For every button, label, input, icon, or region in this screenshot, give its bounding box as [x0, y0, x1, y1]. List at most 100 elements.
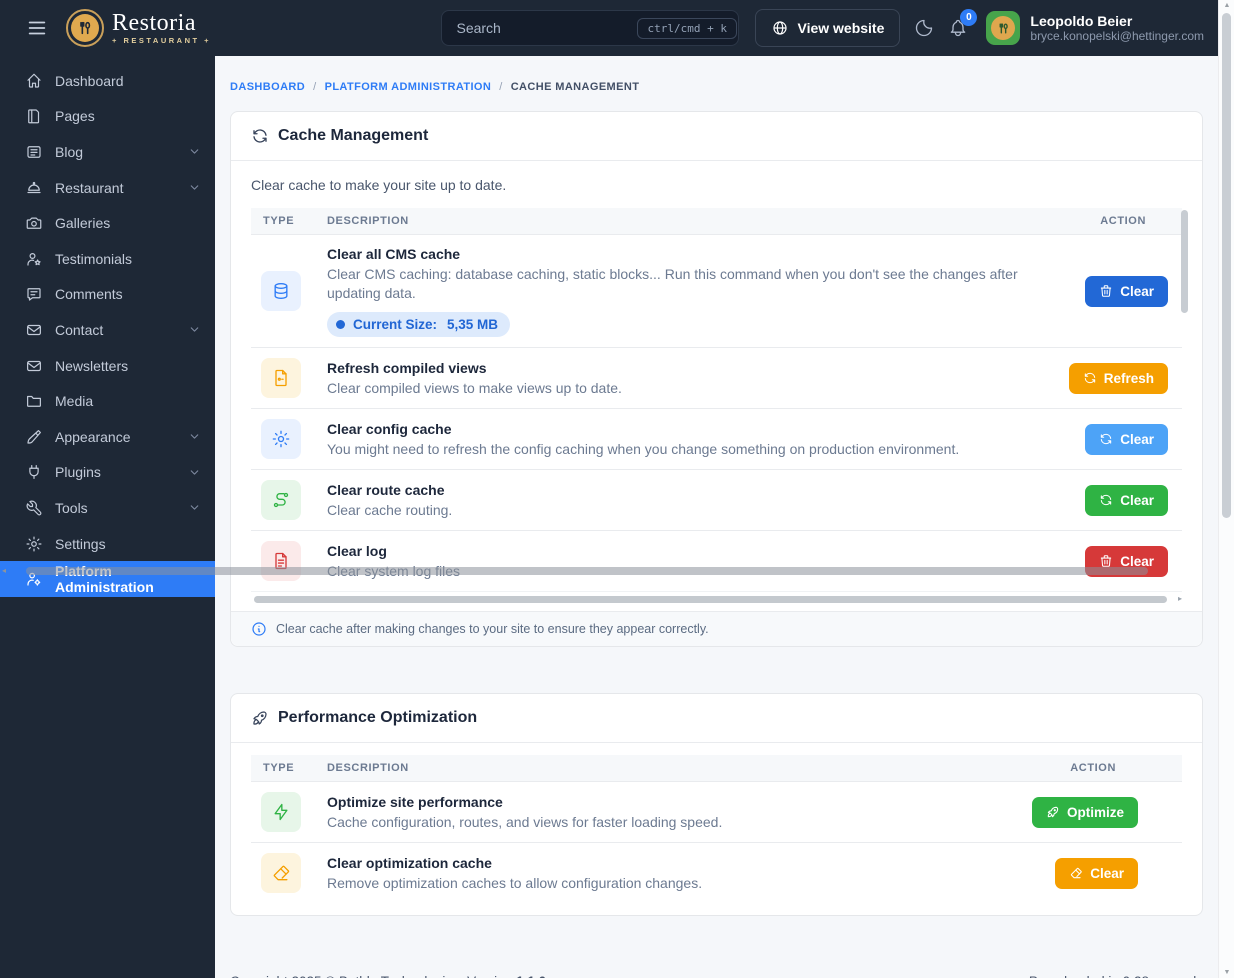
sidebar-item-newsletters[interactable]: Newsletters: [0, 348, 215, 384]
clear-cms-cache-button[interactable]: Clear: [1085, 275, 1168, 307]
sidebar-item-dashboard[interactable]: Dashboard: [0, 63, 215, 99]
rocket-icon: [251, 709, 269, 727]
current-size-badge: Current Size: 5,35 MB: [327, 312, 511, 337]
home-icon: [25, 72, 43, 90]
topbar: Restoria + RESTAURANT + ctrl/cmd + k Vie…: [0, 0, 1218, 56]
user-menu[interactable]: Leopoldo Beier bryce.konopelski@hettinge…: [986, 11, 1204, 45]
search-input[interactable]: [456, 20, 638, 36]
refresh-icon: [1101, 494, 1112, 506]
cache-card-note: Clear cache after making changes to your…: [231, 611, 1202, 646]
scrollbar-arrow-up[interactable]: ▲: [1219, 2, 1234, 9]
clear-route-cache-button[interactable]: Clear: [1085, 484, 1168, 516]
table-horizontal-scrollbar[interactable]: ▸: [251, 594, 1182, 605]
column-header-action: ACTION: [1058, 208, 1182, 235]
notifications-button[interactable]: 0: [948, 9, 978, 38]
sidebar-item-settings[interactable]: Settings: [0, 526, 215, 562]
row-title: Clear optimization cache: [327, 854, 492, 871]
global-search[interactable]: ctrl/cmd + k: [441, 10, 740, 46]
rocket-icon: [1047, 806, 1059, 818]
logo-title: Restoria: [112, 9, 196, 36]
chevron-down-icon: [188, 430, 201, 443]
cache-row-refresh-compiled-views: Refresh compiled views Clear compiled vi…: [251, 347, 1182, 409]
column-header-description: DESCRIPTION: [317, 208, 1059, 235]
sidebar-item-comments[interactable]: Comments: [0, 277, 215, 313]
refresh-icon: [1084, 372, 1095, 384]
mail-icon: [25, 357, 43, 375]
cache-card-header: Cache Management: [231, 112, 1202, 161]
sidebar-item-tools[interactable]: Tools: [0, 490, 215, 526]
sidebar-item-plugins[interactable]: Plugins: [0, 455, 215, 491]
row-description: Remove optimization caches to allow conf…: [327, 874, 703, 891]
sidebar-item-blog[interactable]: Blog: [0, 134, 215, 170]
article-icon: [25, 143, 43, 161]
file-icon: [25, 107, 43, 125]
sidebar-item-galleries[interactable]: Galleries: [0, 205, 215, 241]
file-views-icon: [261, 358, 301, 398]
card-title: Cache Management: [278, 127, 429, 144]
globe-icon: [773, 21, 788, 35]
breadcrumb-platform-administration[interactable]: PLATFORM ADMINISTRATION: [325, 81, 492, 93]
eraser-icon: [261, 853, 301, 893]
view-website-button[interactable]: View website: [755, 9, 901, 47]
search-shortcut-hint: ctrl/cmd + k: [637, 17, 737, 39]
table-vertical-scrollbar[interactable]: [1181, 210, 1188, 313]
cache-row-clear-config-cache: Clear config cache You might need to ref…: [251, 408, 1182, 470]
copyright-text: Copyright 2025 © Botble Technologies. Ve…: [230, 974, 546, 978]
mail-icon: [25, 321, 43, 339]
perf-card-header: Performance Optimization: [231, 694, 1202, 743]
gear-icon: [25, 535, 43, 553]
sidebar: Dashboard Pages Blog Restaurant Gallerie…: [0, 56, 215, 978]
sidebar-item-media[interactable]: Media: [0, 383, 215, 419]
cache-table: TYPE DESCRIPTION ACTION Clear all CMS ca…: [251, 208, 1182, 592]
row-title: Optimize site performance: [327, 793, 503, 810]
column-header-description: DESCRIPTION: [317, 755, 942, 782]
refresh-icon: [1101, 433, 1112, 445]
eraser-icon: [1071, 867, 1082, 879]
message-icon: [25, 285, 43, 303]
page-load-time: Page loaded in 0.28 seconds: [1029, 974, 1203, 978]
badge-dot-icon: [336, 320, 345, 329]
avatar: [986, 11, 1021, 45]
optimize-button[interactable]: Optimize: [1031, 796, 1138, 828]
app-logo[interactable]: Restoria + RESTAURANT +: [66, 9, 211, 47]
menu-toggle-button[interactable]: [16, 11, 58, 45]
clear-config-cache-button[interactable]: Clear: [1085, 423, 1168, 455]
scrollbar-arrow-right[interactable]: ▸: [1178, 594, 1182, 603]
bolt-icon: [261, 792, 301, 832]
notification-count-badge: 0: [960, 9, 978, 26]
page-horizontal-scrollbar[interactable]: ◂: [0, 565, 1180, 576]
breadcrumb-dashboard[interactable]: DASHBOARD: [230, 81, 305, 93]
user-email: bryce.konopelski@hettinger.com: [1030, 28, 1204, 43]
sidebar-item-appearance[interactable]: Appearance: [0, 419, 215, 455]
sidebar-item-restaurant[interactable]: Restaurant: [0, 170, 215, 206]
row-description: Clear CMS caching: database caching, sta…: [327, 266, 1018, 301]
sidebar-item-contact[interactable]: Contact: [0, 312, 215, 348]
sidebar-item-pages[interactable]: Pages: [0, 99, 215, 135]
scrollbar-arrow-left[interactable]: ◂: [2, 566, 6, 575]
cloche-icon: [25, 179, 43, 197]
restaurant-logo-icon: [66, 9, 104, 47]
trash-icon: [1101, 285, 1112, 297]
plug-icon: [25, 463, 43, 481]
note-text: Clear cache after making changes to your…: [276, 622, 709, 636]
refresh-compiled-views-button[interactable]: Refresh: [1068, 362, 1168, 394]
chevron-down-icon: [188, 145, 201, 158]
page-vertical-scrollbar[interactable]: ▲ ▼: [1218, 0, 1234, 978]
sidebar-item-testimonials[interactable]: Testimonials: [0, 241, 215, 277]
row-title: Clear config cache: [327, 420, 452, 437]
scrollbar-arrow-down[interactable]: ▼: [1219, 969, 1234, 976]
column-header-action: ACTION: [941, 755, 1182, 782]
scrollbar-thumb[interactable]: [1222, 13, 1231, 518]
scrollbar-thumb[interactable]: [26, 567, 1148, 575]
clear-optimization-cache-button[interactable]: Clear: [1055, 857, 1138, 889]
hamburger-icon: [28, 21, 46, 35]
row-title: Clear log: [327, 542, 387, 559]
row-title: Refresh compiled views: [327, 359, 487, 376]
theme-toggle-button[interactable]: [914, 18, 934, 38]
cache-row-clear-all-cms-cache: Clear all CMS cache Clear CMS caching: d…: [251, 234, 1182, 348]
page-footer: Copyright 2025 © Botble Technologies. Ve…: [230, 974, 1203, 978]
user-star-icon: [25, 250, 43, 268]
row-description: Clear cache routing.: [327, 501, 453, 518]
scrollbar-thumb[interactable]: [254, 596, 1167, 603]
performance-table: TYPE DESCRIPTION ACTION Optimize site pe…: [251, 755, 1182, 903]
